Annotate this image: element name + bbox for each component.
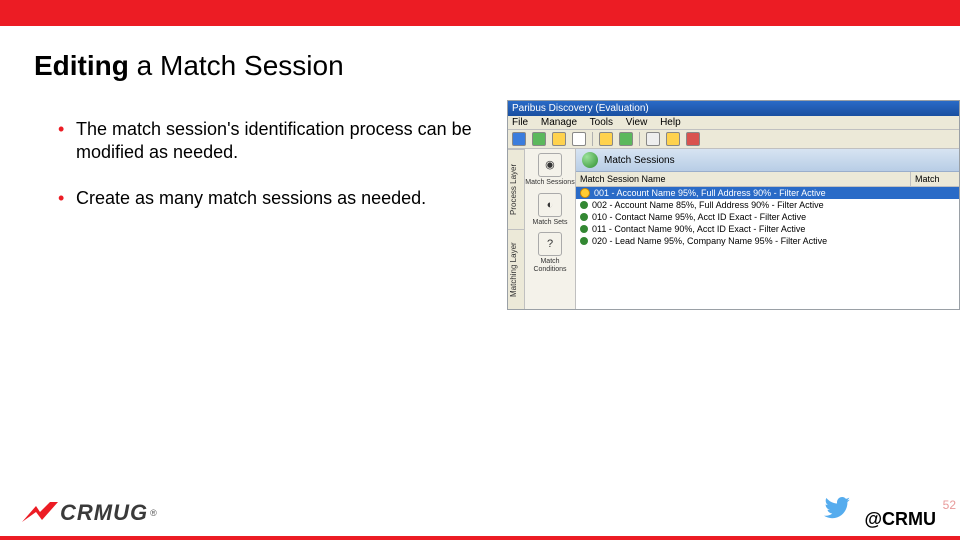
title-rest: a Match Session bbox=[129, 50, 344, 81]
twitter-icon bbox=[824, 497, 850, 524]
layer-tabs: Process Layer Matching Layer bbox=[508, 149, 525, 309]
pane-header: Match Sessions bbox=[576, 149, 959, 172]
row-status-icon bbox=[580, 237, 588, 245]
menu-item[interactable]: Manage bbox=[541, 117, 577, 128]
sessions-header-icon bbox=[582, 152, 598, 168]
grid-header: Match Session Name Match bbox=[576, 172, 959, 187]
toolbar-divider bbox=[639, 132, 640, 146]
logo-text: CRMUG bbox=[60, 500, 148, 526]
logo-swoosh-icon bbox=[22, 502, 58, 524]
row-status-icon bbox=[580, 188, 590, 198]
app-screenshot: Paribus Discovery (Evaluation) File Mana… bbox=[507, 100, 960, 310]
menubar: File Manage Tools View Help bbox=[508, 116, 959, 130]
main-pane: Match Sessions Match Session Name Match … bbox=[576, 149, 959, 309]
row-status-icon bbox=[580, 201, 588, 209]
app-body: Process Layer Matching Layer ◉ Match Ses… bbox=[508, 149, 959, 309]
toolbar-icon[interactable] bbox=[532, 132, 546, 146]
layer-tab-matching[interactable]: Matching Layer bbox=[508, 229, 524, 309]
menu-item[interactable]: Tools bbox=[590, 117, 613, 128]
toolbar-divider bbox=[592, 132, 593, 146]
registered-icon: ® bbox=[150, 508, 157, 518]
toolbar-icon[interactable] bbox=[646, 132, 660, 146]
sets-icon: ◐ bbox=[538, 193, 562, 217]
nav-column: ◉ Match Sessions ◐ Match Sets ? Match Co… bbox=[525, 149, 576, 309]
bullet-list: The match session's identification proce… bbox=[18, 118, 507, 232]
table-row[interactable]: 001 - Account Name 95%, Full Address 90%… bbox=[576, 187, 959, 199]
conditions-icon: ? bbox=[538, 232, 562, 256]
pane-title: Match Sessions bbox=[604, 155, 675, 166]
row-status-icon bbox=[580, 213, 588, 221]
table-row[interactable]: 020 - Lead Name 95%, Company Name 95% - … bbox=[576, 235, 959, 247]
row-status-icon bbox=[580, 225, 588, 233]
nav-item-conditions[interactable]: ? Match Conditions bbox=[525, 232, 575, 273]
menu-item[interactable]: View bbox=[626, 117, 648, 128]
table-row[interactable]: 002 - Account Name 85%, Full Address 90%… bbox=[576, 199, 959, 211]
nav-item-sets[interactable]: ◐ Match Sets bbox=[532, 193, 567, 227]
brand-logo: CRMUG ® bbox=[22, 500, 157, 526]
nav-item-sessions[interactable]: ◉ Match Sessions bbox=[525, 153, 574, 187]
brand-top-bar bbox=[0, 0, 960, 26]
sessions-icon: ◉ bbox=[538, 153, 562, 177]
bullet-item: Create as many match sessions as needed. bbox=[58, 187, 507, 210]
title-strong: Editing bbox=[34, 50, 129, 81]
star-icon[interactable] bbox=[599, 132, 613, 146]
col-name[interactable]: Match Session Name bbox=[576, 172, 911, 186]
table-row[interactable]: 010 - Contact Name 95%, Acct ID Exact - … bbox=[576, 211, 959, 223]
footer: CRMUG ® @CRMU 52 bbox=[0, 492, 960, 540]
table-row[interactable]: 011 - Contact Name 90%, Acct ID Exact - … bbox=[576, 223, 959, 235]
toolbar-icon[interactable] bbox=[666, 132, 680, 146]
slide-content: The match session's identification proce… bbox=[0, 100, 960, 310]
menu-item[interactable]: Help bbox=[660, 117, 681, 128]
window-titlebar: Paribus Discovery (Evaluation) bbox=[508, 101, 959, 116]
grid-rows: 001 - Account Name 95%, Full Address 90%… bbox=[576, 187, 959, 247]
delete-icon[interactable] bbox=[686, 132, 700, 146]
page-number: 52 bbox=[943, 498, 956, 512]
layer-tab-process[interactable]: Process Layer bbox=[508, 149, 524, 229]
toolbar-icon[interactable] bbox=[552, 132, 566, 146]
bullet-item: The match session's identification proce… bbox=[58, 118, 507, 165]
toolbar-icon[interactable] bbox=[619, 132, 633, 146]
toolbar-icon[interactable] bbox=[572, 132, 586, 146]
twitter-handle: @CRMU bbox=[864, 509, 936, 530]
toolbar bbox=[508, 130, 959, 149]
col-match[interactable]: Match bbox=[911, 172, 959, 186]
slide-title: Editing a Match Session bbox=[0, 26, 960, 100]
menu-item[interactable]: File bbox=[512, 117, 528, 128]
toolbar-icon[interactable] bbox=[512, 132, 526, 146]
